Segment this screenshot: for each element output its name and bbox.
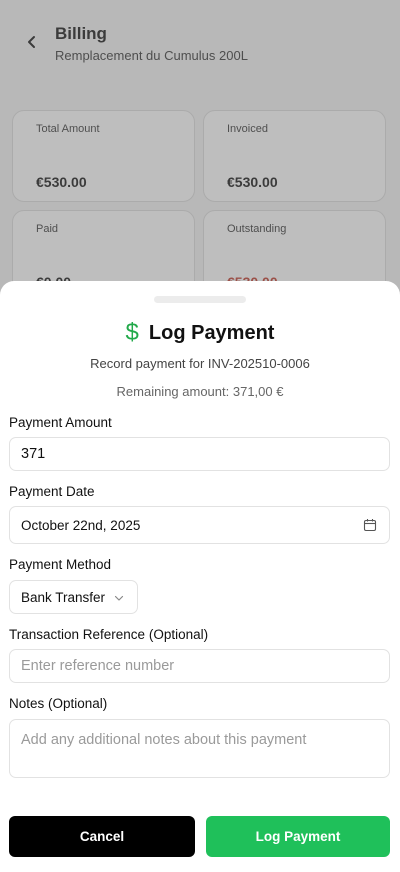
sheet-header: $ Log Payment — [0, 319, 400, 347]
payment-amount-value: 371 — [21, 446, 46, 462]
payment-date-picker[interactable]: October 22nd, 2025 — [9, 506, 390, 544]
transaction-reference-input[interactable]: Enter reference number — [9, 649, 390, 683]
payment-amount-label: Payment Amount — [9, 415, 112, 430]
payment-date-label: Payment Date — [9, 484, 95, 499]
notes-textarea[interactable]: Add any additional notes about this paym… — [9, 719, 390, 778]
drag-handle[interactable] — [154, 296, 246, 303]
payment-method-select[interactable]: Bank Transfer — [9, 580, 138, 614]
cancel-button[interactable]: Cancel — [9, 816, 195, 857]
log-payment-button[interactable]: Log Payment — [206, 816, 390, 857]
sheet-title: Log Payment — [148, 321, 275, 344]
log-payment-sheet: $ Log Payment Record payment for INV-202… — [0, 281, 400, 872]
dollar-icon: $ — [125, 319, 139, 346]
payment-method-label: Payment Method — [9, 557, 112, 572]
remaining-amount: Remaining amount: 371,00 € — [116, 384, 284, 399]
transaction-reference-label: Transaction Reference (Optional) — [9, 627, 209, 642]
chevron-down-icon — [114, 595, 124, 601]
payment-method-value: Bank Transfer — [21, 589, 106, 605]
payment-date-value: October 22nd, 2025 — [21, 517, 141, 533]
payment-amount-input[interactable]: 371 — [9, 437, 390, 471]
calendar-icon — [363, 519, 377, 532]
notes-placeholder: Add any additional notes about this paym… — [21, 732, 307, 748]
notes-label: Notes (Optional) — [9, 696, 108, 711]
transaction-reference-placeholder: Enter reference number — [21, 658, 175, 674]
sheet-description: Record payment for INV-202510-0006 — [90, 356, 310, 371]
